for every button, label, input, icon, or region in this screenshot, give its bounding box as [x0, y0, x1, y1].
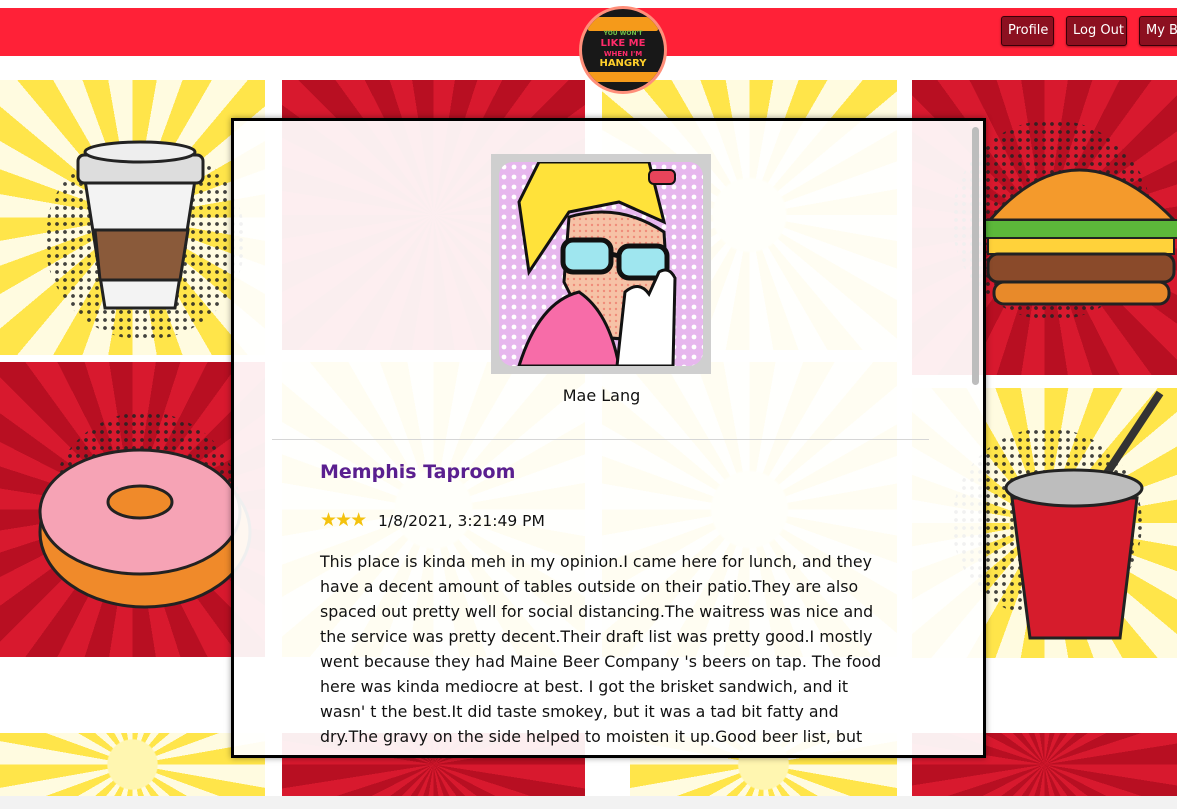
user-name: Mae Lang: [562, 386, 641, 405]
restaurant-name-link[interactable]: Memphis Taproom: [320, 461, 515, 483]
coffee-cup-tile: [0, 80, 265, 355]
scrollbar-thumb[interactable]: [972, 127, 979, 385]
modal-scrollbar[interactable]: [970, 125, 980, 745]
donut-tile: [0, 362, 265, 657]
hangry-logo[interactable]: YOU WON'T LIKE ME WHEN I'M HANGRY: [582, 9, 664, 91]
coffee-cup-icon: [76, 140, 205, 310]
logo-line-4: HANGRY: [599, 58, 647, 69]
page-bottom-strip: [0, 796, 1177, 809]
profile-button[interactable]: Profile: [1001, 16, 1054, 46]
logout-button[interactable]: Log Out: [1066, 16, 1127, 46]
logo-line-2: LIKE ME: [600, 38, 646, 49]
my-b-button[interactable]: My B: [1139, 16, 1177, 46]
avatar: [491, 154, 711, 374]
user-avatar-image: [499, 162, 703, 366]
user-review-modal: Mae Lang Memphis Taproom ★★★ 1/8/2021, 3…: [231, 118, 986, 758]
review-date: 1/8/2021, 3:21:49 PM: [378, 512, 545, 530]
divider: [272, 439, 929, 440]
donut-icon: [38, 448, 252, 609]
star-rating-icon: ★★★: [320, 509, 367, 531]
background-tile: [0, 733, 265, 796]
review-text: This place is kinda meh in my opinion.I …: [320, 552, 882, 746]
